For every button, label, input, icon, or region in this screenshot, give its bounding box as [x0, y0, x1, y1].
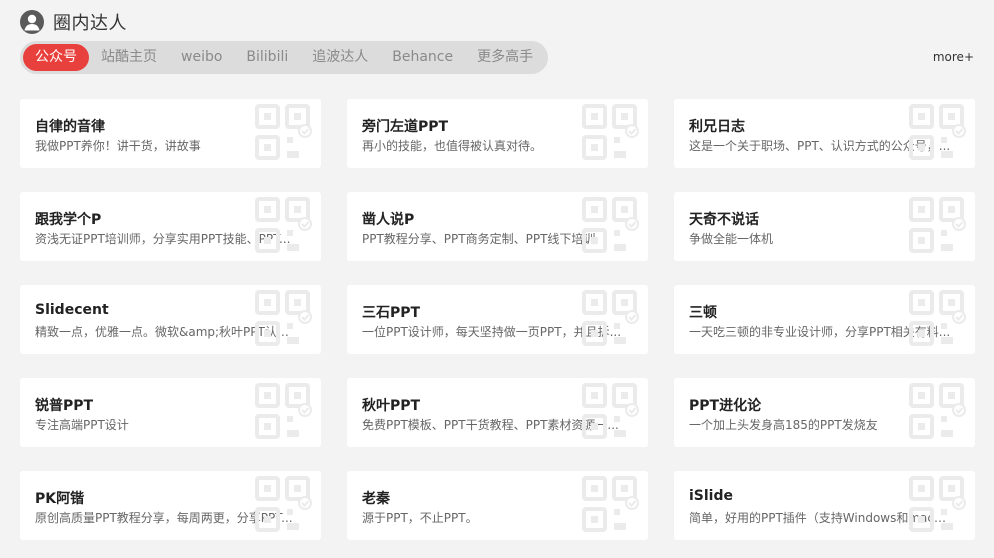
account-name: 三石PPT [362, 305, 421, 321]
tab-0[interactable]: 公众号 [23, 44, 89, 71]
account-card[interactable]: PPT进化论 一个加上头发身高185的PPT发烧友 [674, 378, 975, 447]
account-name: 老秦 [362, 491, 390, 507]
tab-5[interactable]: Behance [380, 44, 465, 71]
account-name: iSlide [689, 488, 733, 504]
account-name: 利兄日志 [689, 119, 745, 135]
account-name: 自律的音律 [35, 119, 105, 135]
more-link[interactable]: more+ [933, 50, 974, 64]
account-name: 三顿 [689, 305, 717, 321]
qr-code-icon[interactable] [582, 476, 640, 534]
qr-code-icon[interactable] [255, 290, 313, 348]
account-name: 凿人说P [362, 212, 415, 228]
account-card[interactable]: 秋叶PPT 免费PPT模板、PPT干货教程、PPT素材资源一... [347, 378, 648, 447]
account-card[interactable]: 凿人说P PPT教程分享、PPT商务定制、PPT线下培训 [347, 192, 648, 261]
account-card[interactable]: PK阿锴 原创高质量PPT教程分享，每周两更，分享PPT... [20, 471, 321, 540]
qr-code-icon[interactable] [582, 383, 640, 441]
qr-code-icon[interactable] [255, 104, 313, 162]
user-icon [20, 10, 44, 34]
qr-code-icon[interactable] [909, 290, 967, 348]
account-name: 锐普PPT [35, 398, 94, 414]
account-name: PK阿锴 [35, 491, 85, 507]
qr-code-icon[interactable] [582, 197, 640, 255]
section-header: 圈内达人 [20, 9, 127, 35]
qr-code-icon[interactable] [255, 476, 313, 534]
qr-code-icon[interactable] [255, 383, 313, 441]
tab-1[interactable]: 站酷主页 [89, 44, 169, 71]
tab-bar: 公众号 站酷主页 weibo Bilibili 追波达人 Behance 更多高手 [20, 41, 549, 74]
qr-code-icon[interactable] [909, 383, 967, 441]
account-card[interactable]: 老秦 源于PPT，不止PPT。 [347, 471, 648, 540]
account-card[interactable]: iSlide 简单，好用的PPT插件（支持Windows和macO... [674, 471, 975, 540]
account-card[interactable]: 天奇不说话 争做全能一体机 [674, 192, 975, 261]
account-card[interactable]: Slidecent 精致一点，优雅一点。微软&amp;秋叶PPT认证... [20, 285, 321, 354]
account-card[interactable]: 三石PPT 一位PPT设计师，每天坚持做一页PPT，并且拆... [347, 285, 648, 354]
qr-code-icon[interactable] [582, 290, 640, 348]
section-title: 圈内达人 [53, 13, 127, 34]
tab-2[interactable]: weibo [169, 44, 234, 71]
tab-4[interactable]: 追波达人 [300, 44, 380, 71]
account-name: 旁门左道PPT [362, 119, 449, 135]
tab-6[interactable]: 更多高手 [465, 44, 545, 71]
account-name: PPT进化论 [689, 398, 762, 414]
account-card[interactable]: 跟我学个P 资浅无证PPT培训师，分享实用PPT技能、PPT... [20, 192, 321, 261]
account-card[interactable]: 利兄日志 这是一个关于职场、PPT、认识方式的公众号，... [674, 99, 975, 168]
account-name: Slidecent [35, 302, 109, 318]
account-card[interactable]: 旁门左道PPT 再小的技能，也值得被认真对待。 [347, 99, 648, 168]
qr-code-icon[interactable] [909, 197, 967, 255]
tab-3[interactable]: Bilibili [234, 44, 300, 71]
account-card[interactable]: 锐普PPT 专注高端PPT设计 [20, 378, 321, 447]
qr-code-icon[interactable] [909, 476, 967, 534]
account-name: 天奇不说话 [689, 212, 759, 228]
qr-code-icon[interactable] [255, 197, 313, 255]
account-name: 跟我学个P [35, 212, 102, 228]
account-card[interactable]: 三顿 一天吃三顿的非专业设计师，分享PPT相关有料... [674, 285, 975, 354]
account-card[interactable]: 自律的音律 我做PPT养你！讲干货，讲故事 [20, 99, 321, 168]
qr-code-icon[interactable] [582, 104, 640, 162]
account-name: 秋叶PPT [362, 398, 421, 414]
qr-code-icon[interactable] [909, 104, 967, 162]
